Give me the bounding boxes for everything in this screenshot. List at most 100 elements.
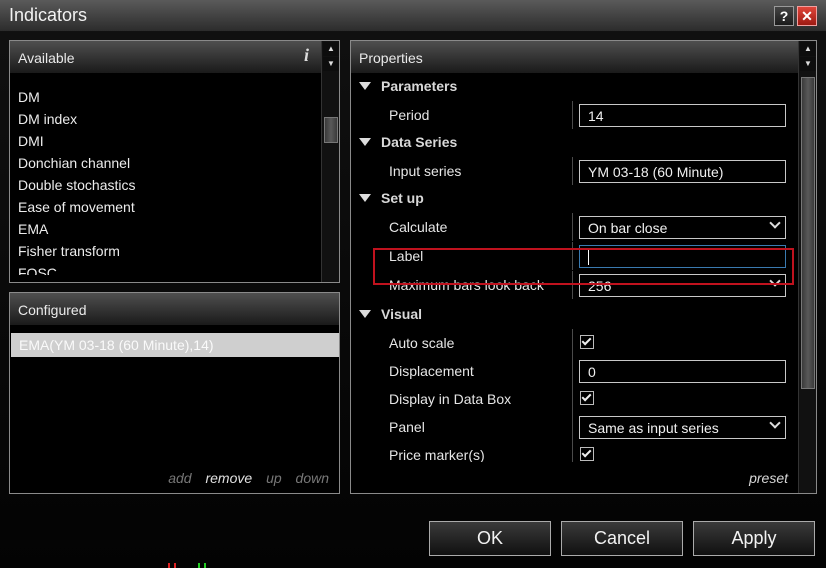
down-link[interactable]: down <box>296 470 329 486</box>
configured-item[interactable]: EMA(YM 03-18 (60 Minute),14) <box>11 333 339 357</box>
property-label: Display in Data Box <box>389 391 512 407</box>
configured-actions: add remove up down <box>158 470 329 486</box>
title-bar: Indicators ? ✕ <box>0 0 826 32</box>
property-label: Input series <box>389 163 462 179</box>
column-divider <box>572 242 573 270</box>
chevron-down-icon[interactable] <box>769 275 781 287</box>
dialog-body: Available i DM DM index DMI Donchian cha… <box>0 32 826 568</box>
apply-button[interactable]: Apply <box>693 521 815 556</box>
info-icon[interactable]: i <box>304 45 309 66</box>
property-label: Label <box>389 248 424 264</box>
displacement-input[interactable]: 0 <box>579 360 786 383</box>
collapse-arrow-icon[interactable] <box>359 82 371 90</box>
property-max-bars: Maximum bars look back 256 <box>351 271 798 299</box>
properties-panel: Properties Parameters Period 14 Data Ser… <box>350 40 817 494</box>
up-link[interactable]: up <box>266 470 282 486</box>
collapse-arrow-icon[interactable] <box>359 138 371 146</box>
checkmark-icon <box>581 391 592 402</box>
list-item[interactable]: DM <box>18 87 318 109</box>
scroll-down-icon[interactable]: ▼ <box>800 57 816 71</box>
properties-header: Properties <box>351 41 798 73</box>
column-divider <box>572 413 573 441</box>
property-auto-scale: Auto scale <box>351 329 798 357</box>
category-parameters[interactable]: Parameters <box>351 73 798 101</box>
category-set-up[interactable]: Set up <box>351 185 798 213</box>
checkmark-icon <box>581 447 592 458</box>
available-header-label: Available <box>18 50 75 66</box>
configured-panel: Configured EMA(YM 03-18 (60 Minute),14) … <box>9 292 340 494</box>
list-item[interactable]: Ease of movement <box>18 197 318 219</box>
list-item[interactable]: DMI <box>18 131 318 153</box>
checkmark-icon <box>581 335 592 346</box>
category-label: Parameters <box>381 78 458 94</box>
calculate-dropdown[interactable]: On bar close <box>579 216 786 239</box>
category-label: Visual <box>381 306 422 322</box>
property-label-row: Label <box>351 242 798 270</box>
property-label: Displacement <box>389 363 474 379</box>
ok-button[interactable]: OK <box>429 521 551 556</box>
property-period: Period 14 <box>351 101 798 129</box>
input-series-field[interactable]: YM 03-18 (60 Minute) <box>579 160 786 183</box>
list-item[interactable]: FOSC <box>18 263 318 275</box>
category-visual[interactable]: Visual <box>351 301 798 329</box>
window-title: Indicators <box>9 5 88 25</box>
category-label: Data Series <box>381 134 458 150</box>
list-item[interactable]: Fisher transform <box>18 241 318 263</box>
candle-mark <box>204 563 206 568</box>
max-bars-dropdown[interactable]: 256 <box>579 274 786 297</box>
configured-header: Configured <box>10 293 339 325</box>
add-link[interactable]: add <box>168 470 191 486</box>
column-divider <box>572 157 573 185</box>
panel-dropdown[interactable]: Same as input series <box>579 416 786 439</box>
max-bars-value: 256 <box>588 278 612 294</box>
properties-header-label: Properties <box>359 50 423 66</box>
list-item[interactable]: DM index <box>18 109 318 131</box>
candle-mark <box>198 563 200 568</box>
scroll-thumb[interactable] <box>324 117 338 143</box>
remove-link[interactable]: remove <box>205 470 252 486</box>
available-panel: Available i DM DM index DMI Donchian cha… <box>9 40 340 283</box>
properties-scrollbar[interactable]: ▲ ▼ <box>798 41 816 493</box>
help-button[interactable]: ? <box>774 6 794 26</box>
close-button[interactable]: ✕ <box>797 6 817 26</box>
column-divider <box>572 213 573 241</box>
property-input-series: Input series YM 03-18 (60 Minute) <box>351 157 798 185</box>
chevron-down-icon[interactable] <box>769 417 781 429</box>
category-data-series[interactable]: Data Series <box>351 129 798 157</box>
property-calculate: Calculate On bar close <box>351 213 798 241</box>
preset-link[interactable]: preset <box>749 470 788 486</box>
calculate-value: On bar close <box>588 220 668 236</box>
candle-mark <box>174 563 176 568</box>
chevron-down-icon[interactable] <box>769 217 781 229</box>
scroll-up-icon[interactable]: ▲ <box>800 42 816 56</box>
scroll-down-icon[interactable]: ▼ <box>323 57 339 71</box>
column-divider <box>572 271 573 299</box>
property-label: Calculate <box>389 219 448 235</box>
property-panel: Panel Same as input series <box>351 413 798 441</box>
property-label: Maximum bars look back <box>389 277 544 293</box>
scroll-thumb[interactable] <box>801 77 815 389</box>
column-divider <box>572 329 573 357</box>
auto-scale-checkbox[interactable] <box>580 335 594 349</box>
property-label: Price marker(s) <box>389 447 485 462</box>
scroll-up-icon[interactable]: ▲ <box>323 42 339 56</box>
label-input[interactable] <box>579 245 786 268</box>
list-item[interactable]: EMA <box>18 219 318 241</box>
property-label: Auto scale <box>389 335 455 351</box>
property-label: Period <box>389 107 430 123</box>
property-grid: Parameters Period 14 Data Series Input s… <box>351 73 798 462</box>
list-item[interactable]: Double stochastics <box>18 175 318 197</box>
collapse-arrow-icon[interactable] <box>359 310 371 318</box>
property-price-marker: Price marker(s) <box>351 441 798 462</box>
available-header: Available i <box>10 41 321 73</box>
category-label: Set up <box>381 190 424 206</box>
collapse-arrow-icon[interactable] <box>359 194 371 202</box>
property-displacement: Displacement 0 <box>351 357 798 385</box>
display-in-data-box-checkbox[interactable] <box>580 391 594 405</box>
available-scrollbar[interactable]: ▲ ▼ <box>321 41 339 282</box>
cancel-button[interactable]: Cancel <box>561 521 683 556</box>
list-item[interactable]: Donchian channel <box>18 153 318 175</box>
period-input[interactable]: 14 <box>579 104 786 127</box>
price-marker-checkbox[interactable] <box>580 447 594 461</box>
candle-mark <box>168 563 170 568</box>
